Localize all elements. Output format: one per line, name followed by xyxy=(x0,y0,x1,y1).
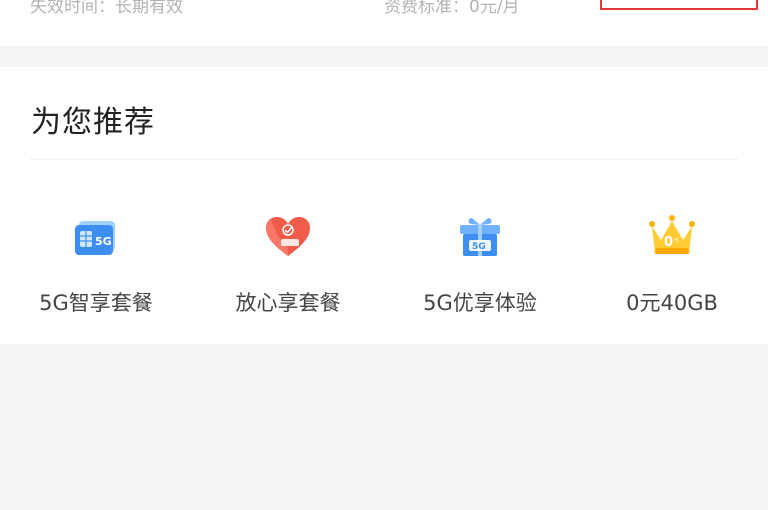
svg-text:元: 元 xyxy=(674,238,679,244)
svg-text:5G: 5G xyxy=(472,242,486,252)
heart-badge-icon xyxy=(266,217,310,256)
plan-info-card: 失效时间：长期有效 资费标准：0元/月 xyxy=(0,0,768,46)
svg-text:5G: 5G xyxy=(95,235,112,248)
recommend-item-label: 0元40GB xyxy=(626,291,718,315)
recommend-item-5g-smart-plan[interactable]: 5G 5G智享套餐 xyxy=(0,207,192,327)
divider xyxy=(30,159,738,160)
recommend-title: 为您推荐 xyxy=(31,105,155,140)
recommend-item-label: 放心享套餐 xyxy=(235,291,341,315)
highlighted-action-box[interactable] xyxy=(600,0,758,10)
recommend-item-worry-free-plan[interactable]: 放心享套餐 xyxy=(192,207,384,327)
gift-box-5g-icon: 5G xyxy=(460,218,500,256)
recommend-item-zero-yuan-40gb[interactable]: 0 元 0元40GB xyxy=(576,207,768,327)
recommend-item-5g-premium-experience[interactable]: 5G 5G优享体验 xyxy=(384,207,576,327)
recommend-section: 为您推荐 5G 5G智享套餐 放心享套餐 5G 5G优享体验 0 元 0元40G… xyxy=(0,67,768,344)
fee-standard-text: 资费标准：0元/月 xyxy=(384,0,520,17)
recommend-item-label: 5G优享体验 xyxy=(423,291,537,315)
svg-text:0: 0 xyxy=(664,235,673,250)
recommend-item-label: 5G智享套餐 xyxy=(39,291,153,315)
sim-5g-icon: 5G xyxy=(75,221,115,255)
expire-time-text: 失效时间：长期有效 xyxy=(30,0,183,17)
crown-icon: 0 元 xyxy=(649,215,695,254)
